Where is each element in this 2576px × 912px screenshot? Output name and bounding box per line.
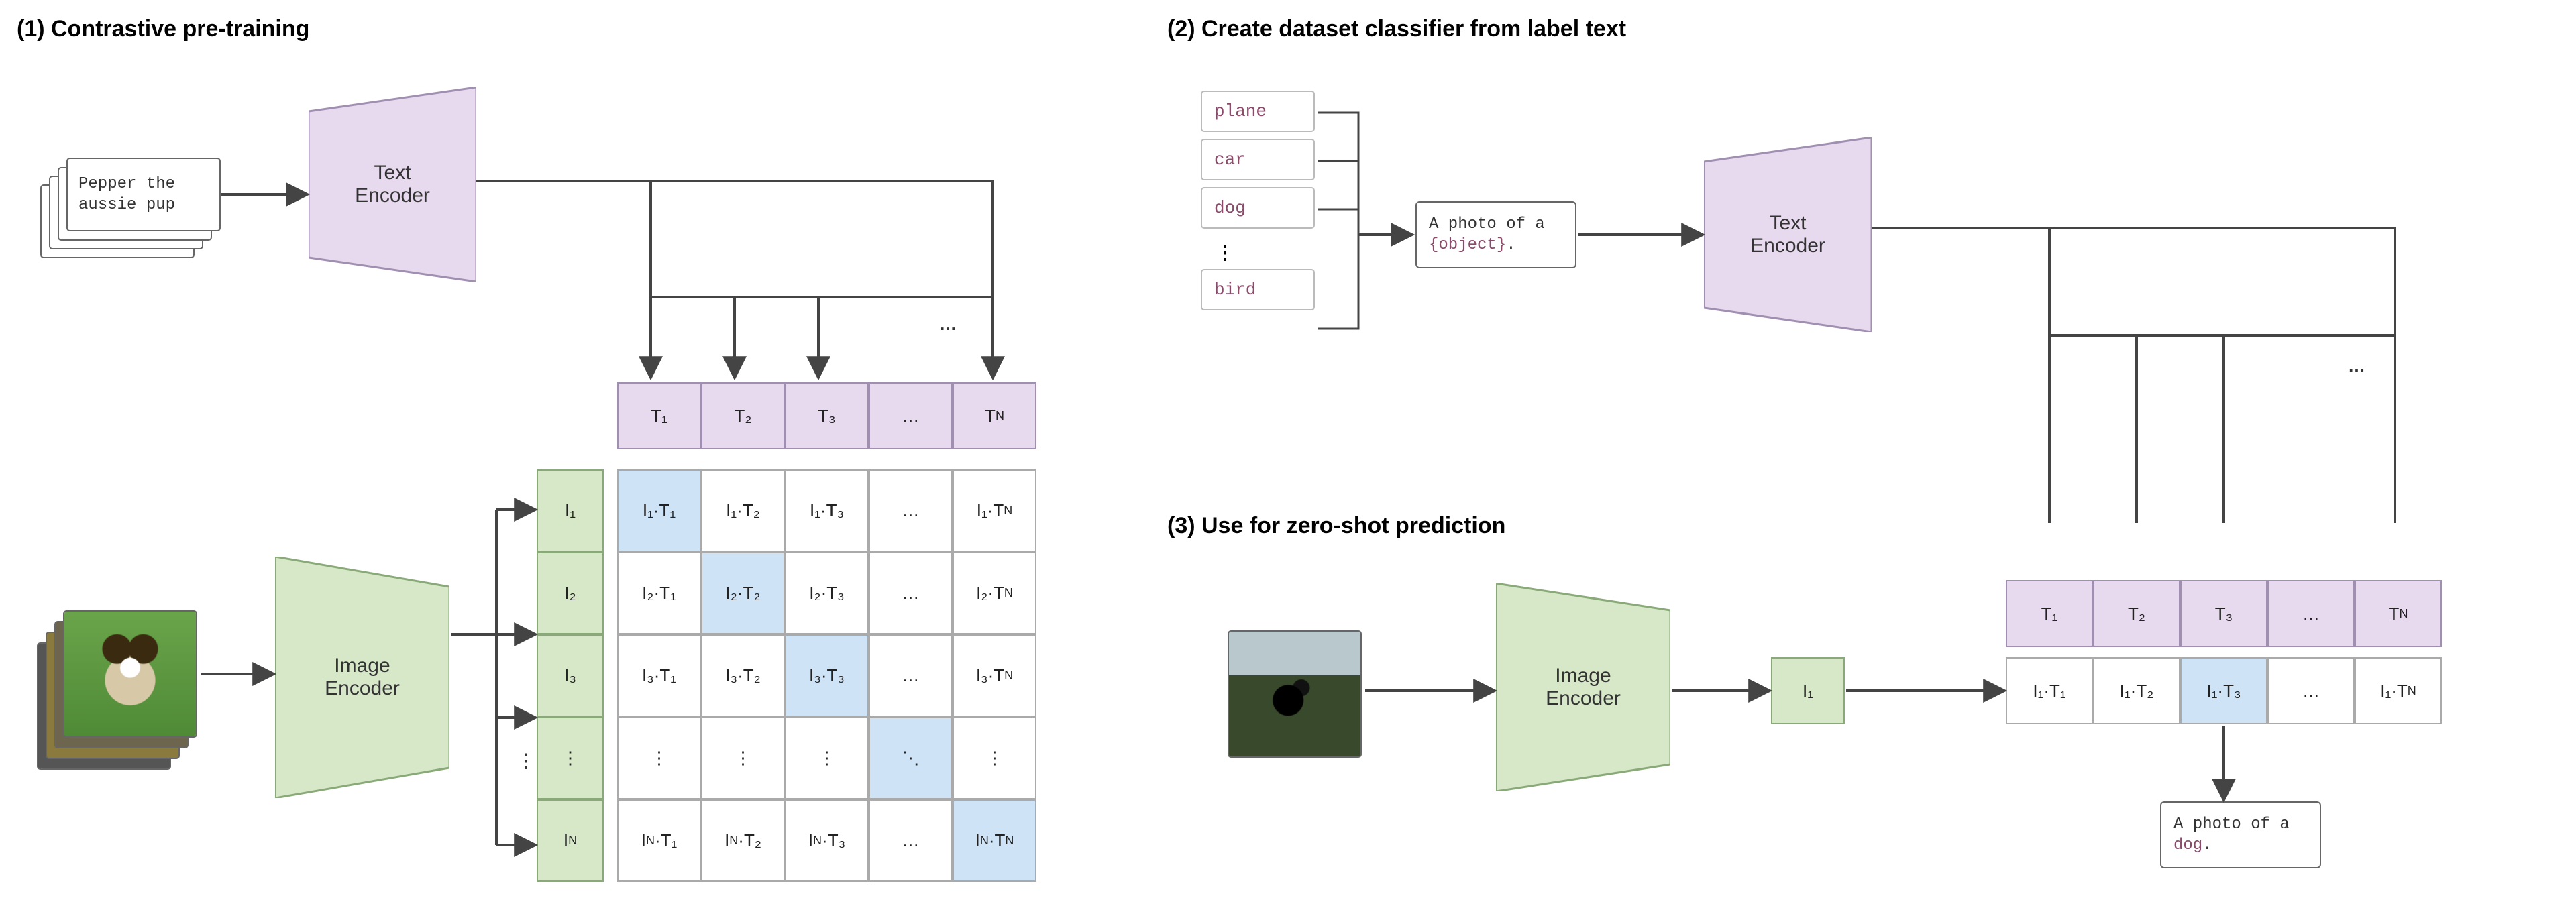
text-embed-cell: … — [869, 382, 953, 449]
similarity-cell: IN·TN — [953, 799, 1036, 882]
similarity-cell: ⋮ — [701, 717, 785, 799]
image-embed-cell: I₃ — [537, 634, 604, 717]
text-caption: Pepper the aussie pup — [66, 158, 221, 231]
image-encoder-1: Image Encoder — [275, 557, 449, 798]
label-plane: plane — [1201, 91, 1315, 132]
similarity-cell: I₁·TN — [2355, 657, 2442, 724]
similarity-cell: … — [869, 634, 953, 717]
similarity-cell: … — [2267, 657, 2355, 724]
similarity-cell: IN·T₁ — [617, 799, 701, 882]
similarity-cell: I₁·T₂ — [2093, 657, 2180, 724]
similarity-cell: I₁·T₂ — [701, 469, 785, 552]
similarity-cell: IN·T₂ — [701, 799, 785, 882]
image-embed-cell: ⋮ — [537, 717, 604, 799]
label-bird: bird — [1201, 269, 1315, 310]
puppy-image — [64, 612, 196, 736]
similarity-cell: I₂·T₃ — [785, 552, 869, 634]
panel1-title: (1) Contrastive pre-training — [17, 16, 309, 42]
text-embed-cell: T₁ — [617, 382, 701, 449]
similarity-cell: I₁·T₁ — [2006, 657, 2093, 724]
arrow-encoder-to-tn — [476, 181, 993, 376]
text-embed-cell: T₁ — [2006, 580, 2093, 647]
text-encoder-1: Text Encoder — [309, 87, 476, 282]
similarity-cell: ⋱ — [869, 717, 953, 799]
query-image — [1228, 630, 1362, 758]
similarity-cell: I₂·T₂ — [701, 552, 785, 634]
similarity-cell: I₃·T₁ — [617, 634, 701, 717]
similarity-cell: I₃·T₂ — [701, 634, 785, 717]
similarity-cell: I₂·T₁ — [617, 552, 701, 634]
panel2-title: (2) Create dataset classifier from label… — [1167, 16, 1626, 42]
similarity-cell: I₂·TN — [953, 552, 1036, 634]
similarity-cell: ⋮ — [953, 717, 1036, 799]
text-embed-cell: T₂ — [701, 382, 785, 449]
similarity-matrix: I₁I₁·T₁I₁·T₂I₁·T₃…I₁·TNI₂I₂·T₁I₂·T₂I₂·T₃… — [537, 469, 1036, 882]
similarity-cell: IN·T₃ — [785, 799, 869, 882]
label-list: plane car dog ⋮ bird — [1201, 91, 1315, 317]
similarity-cell: I₁·T₃ — [2180, 657, 2267, 724]
text-embed-cell: TN — [953, 382, 1036, 449]
text-stack: Pepper the aussie pup — [40, 158, 221, 258]
image-stack — [37, 610, 198, 771]
text-embed-cell: … — [2267, 580, 2355, 647]
ellipsis-icon-2: … — [2348, 355, 2367, 376]
vdots-icon: ⋮ — [517, 750, 537, 772]
panel3-title: (3) Use for zero-shot prediction — [1167, 513, 1505, 539]
prediction-output: A photo of a dog. — [2160, 801, 2321, 868]
similarity-cell: ⋮ — [617, 717, 701, 799]
similarity-cell: ⋮ — [785, 717, 869, 799]
label-dog: dog — [1201, 187, 1315, 229]
similarity-cell: … — [869, 469, 953, 552]
similarity-cell: I₃·TN — [953, 634, 1036, 717]
image-encoder-2: Image Encoder — [1496, 583, 1670, 791]
image-embed-cell: I₁ — [537, 469, 604, 552]
similarity-cell: I₁·T₃ — [785, 469, 869, 552]
similarity-cell: … — [869, 799, 953, 882]
text-embed-cell: T₃ — [785, 382, 869, 449]
similarity-cell: … — [869, 552, 953, 634]
image-embed-i1: I₁ — [1771, 657, 1845, 724]
image-embed-cell: I₂ — [537, 552, 604, 634]
text-encoder-2: Text Encoder — [1704, 137, 1872, 332]
prompt-template: A photo of a {object}. — [1415, 201, 1576, 268]
image-embed-cell: IN — [537, 799, 604, 882]
similarity-cell: I₁·T₁ — [617, 469, 701, 552]
similarity-cell: I₃·T₃ — [785, 634, 869, 717]
text-embed-cell: TN — [2355, 580, 2442, 647]
text-embed-cell: T₂ — [2093, 580, 2180, 647]
label-car: car — [1201, 139, 1315, 180]
similarity-cell: I₁·TN — [953, 469, 1036, 552]
label-ellipsis: ⋮ — [1201, 235, 1315, 269]
text-embed-row-3: T₁T₂T₃…TN — [2006, 580, 2442, 647]
ellipsis-icon: … — [939, 314, 958, 335]
text-embed-cell: T₃ — [2180, 580, 2267, 647]
text-embed-row: T₁T₂T₃…TN — [617, 382, 1036, 449]
similarity-row: I₁·T₁I₁·T₂I₁·T₃…I₁·TN — [2006, 657, 2442, 724]
